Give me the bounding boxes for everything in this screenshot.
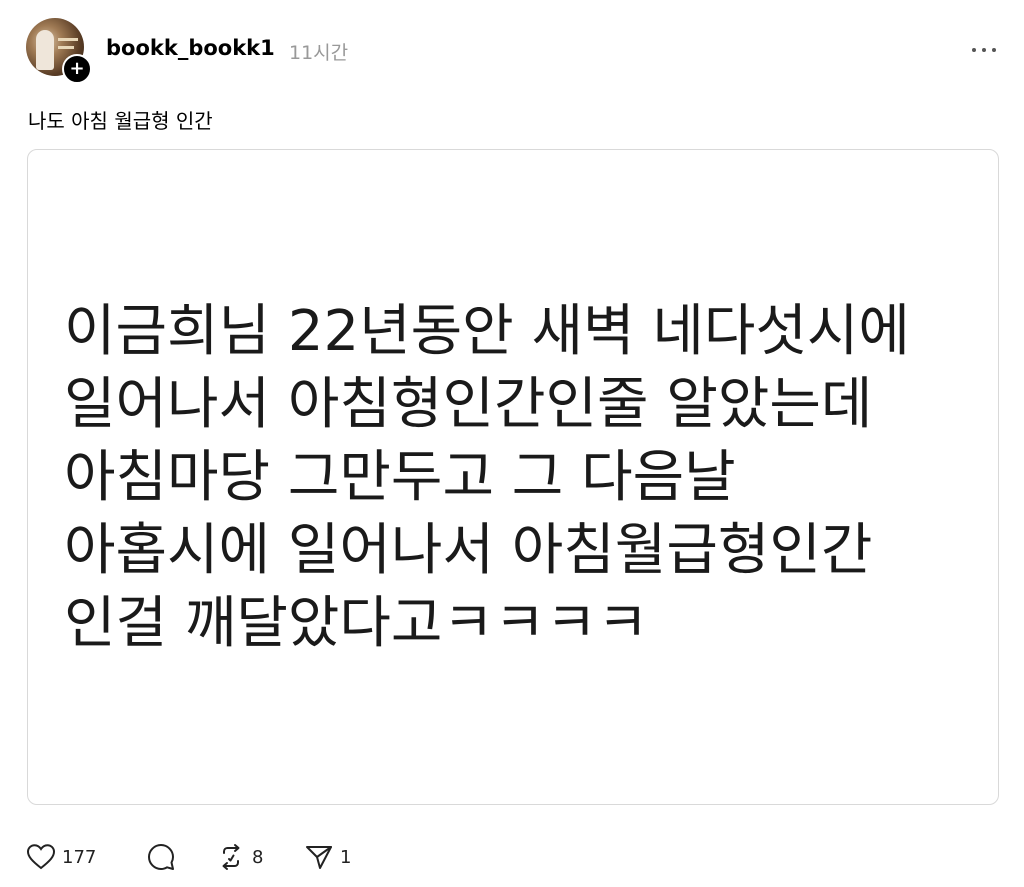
follow-plus-icon[interactable]: + (62, 54, 92, 84)
image-text-line: 아홉시에 일어나서 아침월급형인간 (64, 518, 873, 583)
repost-count: 8 (252, 846, 264, 868)
image-text-line: 아침마당 그만두고 그 다음날 (64, 445, 736, 510)
dot (972, 48, 976, 52)
comment-icon (148, 844, 174, 870)
image-text-block: 이금희님 22년동안 새벽 네다섯시에 일어나서 아침형인간인줄 알았는데 아침… (64, 295, 910, 660)
comment-button[interactable] (146, 842, 216, 872)
image-text-line: 이금희님 22년동안 새벽 네다섯시에 (64, 299, 910, 364)
send-icon (306, 846, 332, 869)
post-timestamp[interactable]: 11시간 (289, 38, 348, 65)
username[interactable]: bookk_bookk1 (106, 36, 275, 60)
avatar-figure (36, 30, 54, 70)
like-count: 177 (62, 846, 97, 868)
thread-post: + bookk_bookk1 11시간 나도 아침 월급형 인간 이금희님 22… (0, 0, 1024, 887)
heart-icon (26, 844, 56, 870)
avatar-decoration (58, 38, 78, 41)
image-text-line: 일어나서 아침형인간인줄 알았는데 (64, 372, 873, 437)
like-button[interactable]: 177 (26, 843, 146, 871)
dot (992, 48, 996, 52)
action-bar: 177 8 1 (26, 840, 364, 874)
post-image[interactable]: 이금희님 22년동안 새벽 네다섯시에 일어나서 아침형인간인줄 알았는데 아침… (27, 149, 999, 805)
post-caption: 나도 아침 월급형 인간 (28, 109, 213, 133)
image-text-line: 인걸 깨달았다고ㅋㅋㅋㅋ (64, 591, 649, 656)
more-options-icon[interactable] (972, 40, 996, 60)
avatar-container[interactable]: + (26, 18, 92, 84)
repost-icon (222, 844, 240, 870)
repost-button[interactable]: 8 (216, 842, 304, 872)
avatar-decoration (58, 46, 74, 49)
dot (982, 48, 986, 52)
share-count: 1 (340, 846, 352, 868)
share-button[interactable]: 1 (304, 842, 364, 872)
